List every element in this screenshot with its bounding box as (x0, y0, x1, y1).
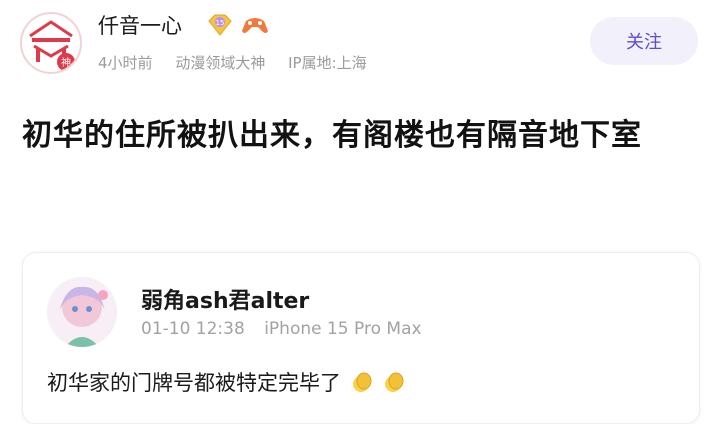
quote-time: 01-10 12:38 (141, 319, 245, 339)
level-number: 15 (216, 19, 225, 27)
red-emblem-avatar-icon: 神 (29, 20, 75, 71)
author-badges: 15 (206, 13, 270, 37)
quote-meta: 01-10 12:38 iPhone 15 Pro Max (141, 319, 436, 339)
follow-button[interactable]: 关注 (590, 17, 698, 65)
post-time: 4小时前 (98, 54, 153, 72)
anime-girl-avatar-icon (47, 277, 117, 347)
author-avatar[interactable]: 神 (20, 12, 82, 74)
author-name[interactable]: 仟音一心 (98, 10, 182, 40)
ip-location: IP属地:上海 (288, 54, 367, 72)
post-title: 初华的住所被扒出来，有阁楼也有隔音地下室 (22, 118, 642, 153)
author-tag: 动漫领域大神 (175, 54, 266, 72)
quote-text: 初华家的门牌号都被特定完毕了 (47, 367, 406, 397)
quote-device: iPhone 15 Pro Max (264, 319, 422, 339)
post-meta: 4小时前 动漫领域大神 IP属地:上海 (98, 52, 385, 73)
clapping-hands-emoji-icon (385, 372, 404, 392)
clapping-hands-emoji-icon (352, 372, 372, 392)
quoted-comment-card[interactable]: 弱角ash君alter 01-10 12:38 iPhone 15 Pro Ma… (22, 252, 700, 424)
level-diamond-icon: 15 (208, 14, 232, 36)
quote-text-content: 初华家的门牌号都被特定完毕了 (47, 371, 341, 395)
gamepad-icon (242, 18, 268, 33)
quote-username[interactable]: 弱角ash君alter (141, 283, 309, 315)
quote-avatar[interactable] (47, 277, 117, 347)
avatar-badge: 神 (61, 56, 71, 69)
